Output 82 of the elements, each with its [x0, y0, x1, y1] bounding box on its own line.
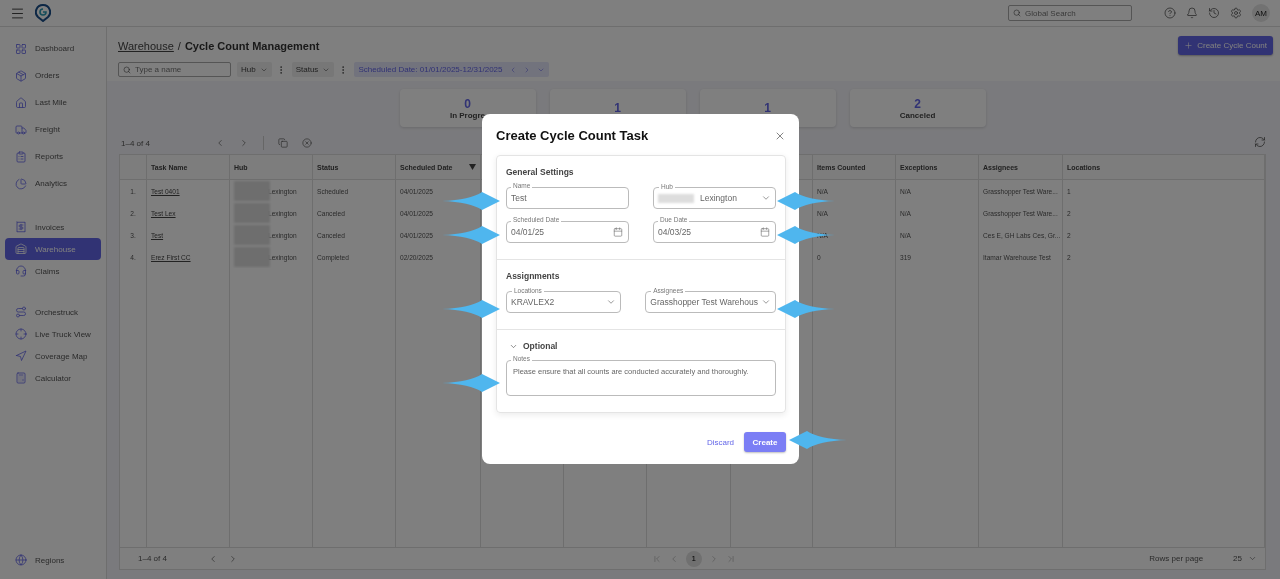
discard-button[interactable]: Discard [706, 437, 734, 447]
breadcrumb-link[interactable]: Warehouse [118, 39, 174, 52]
stat-value: 1 [614, 101, 621, 115]
page-title: Cycle Count Management [184, 39, 320, 52]
filter-chip[interactable]: Status [291, 62, 335, 77]
chevron-right-icon[interactable] [239, 138, 249, 148]
chevron-left-icon[interactable] [215, 138, 225, 148]
sidebar-item[interactable]: Live Truck View [5, 323, 101, 345]
grid-icon [15, 42, 27, 55]
select-value: Lexington [658, 193, 758, 203]
warehouse-icon [15, 243, 27, 255]
sidebar-item[interactable]: Dashboard [5, 35, 101, 62]
sidebar-item[interactable]: Reports [5, 143, 101, 170]
clipboard-icon [15, 150, 27, 163]
sidebar-item[interactable]: Orders [5, 62, 101, 89]
section-title: Assignments [506, 271, 561, 281]
create-button[interactable]: Create [744, 432, 786, 452]
close-circle-icon[interactable] [302, 138, 312, 148]
calendar-icon[interactable] [760, 227, 770, 237]
select-value: Grasshopper Test Warehous [650, 297, 758, 307]
route-icon [15, 306, 27, 318]
crosshair-icon [15, 328, 27, 340]
menu-icon[interactable] [10, 5, 25, 21]
sidebar-item[interactable]: Claims [5, 260, 101, 282]
navigation-arrow-icon [15, 350, 27, 362]
section-title: General Settings [506, 167, 575, 177]
date-field[interactable]: 04/01/25 [506, 221, 629, 243]
breadcrumb-separator: / [177, 39, 181, 52]
sidebar-item[interactable]: Last Mile [5, 89, 101, 116]
headset-icon [15, 265, 27, 277]
create-cycle-count-button[interactable]: Create Cycle Count [1178, 36, 1273, 55]
plus-icon [1184, 41, 1194, 50]
box-icon [15, 69, 27, 82]
sidebar-item[interactable]: Freight [5, 116, 101, 143]
bell-icon[interactable] [1186, 7, 1198, 19]
house-icon [15, 96, 27, 109]
globe-icon [15, 554, 27, 566]
sort-down-icon[interactable] [469, 164, 476, 170]
settings-icon[interactable] [1230, 7, 1242, 19]
select-value: KRAVLEX2 [511, 297, 556, 307]
filter-chip[interactable]: Hub [237, 62, 272, 77]
calendar-icon[interactable] [613, 227, 623, 237]
date-field[interactable]: 04/03/25 [653, 221, 776, 243]
section-toggle[interactable]: Optional [506, 341, 558, 351]
dialog-title: Create Cycle Count Task [496, 128, 649, 143]
page-button[interactable]: 1 [685, 550, 702, 567]
history-icon[interactable] [1208, 7, 1220, 19]
search-icon [123, 66, 131, 74]
stat-label: In Progre [449, 110, 486, 120]
refresh-icon[interactable] [1254, 136, 1266, 148]
sidebar-item[interactable]: Warehouse [5, 238, 101, 260]
sidebar-item[interactable]: Invoices [5, 216, 101, 238]
logo-icon [35, 4, 51, 22]
truck-icon [15, 123, 27, 136]
sidebar-item[interactable]: Calculator [5, 367, 101, 389]
text-field[interactable]: Test [506, 187, 629, 209]
global-search-field[interactable]: Global Search [1008, 5, 1132, 21]
sidebar-item[interactable]: Coverage Map [5, 345, 101, 367]
user-avatar[interactable]: AM [1252, 4, 1270, 22]
chevron-down-icon[interactable] [606, 297, 617, 307]
sidebar-item[interactable]: Analytics [5, 170, 101, 197]
chevron-down-icon[interactable] [761, 193, 771, 203]
search-icon [1013, 9, 1021, 17]
chevron-right-icon[interactable] [228, 553, 238, 564]
help-icon[interactable] [1164, 7, 1176, 19]
chevron-left-icon[interactable] [208, 553, 218, 564]
stat-value: 0 [464, 96, 471, 111]
receipt-icon [15, 221, 27, 233]
stat-value: 2 [914, 96, 921, 111]
copy-icon[interactable] [278, 138, 288, 148]
pie-chart-icon [15, 177, 27, 190]
sidebar-item[interactable]: Regions [5, 549, 101, 571]
rows-per-page-label: Rows per page [1149, 554, 1204, 563]
chevron-down-icon[interactable] [761, 297, 771, 307]
chevron-down-icon [1248, 554, 1257, 563]
row-range: 1–4 of 4 [138, 554, 168, 563]
sidebar-item[interactable]: Orchestruck [5, 301, 101, 323]
calculator-icon [15, 372, 27, 384]
stat-label: Canceled [899, 110, 936, 120]
stat-value: 1 [764, 101, 771, 115]
rows-per-page-select[interactable]: 25 [1233, 554, 1257, 563]
row-range: 1–4 of 4 [121, 138, 151, 148]
